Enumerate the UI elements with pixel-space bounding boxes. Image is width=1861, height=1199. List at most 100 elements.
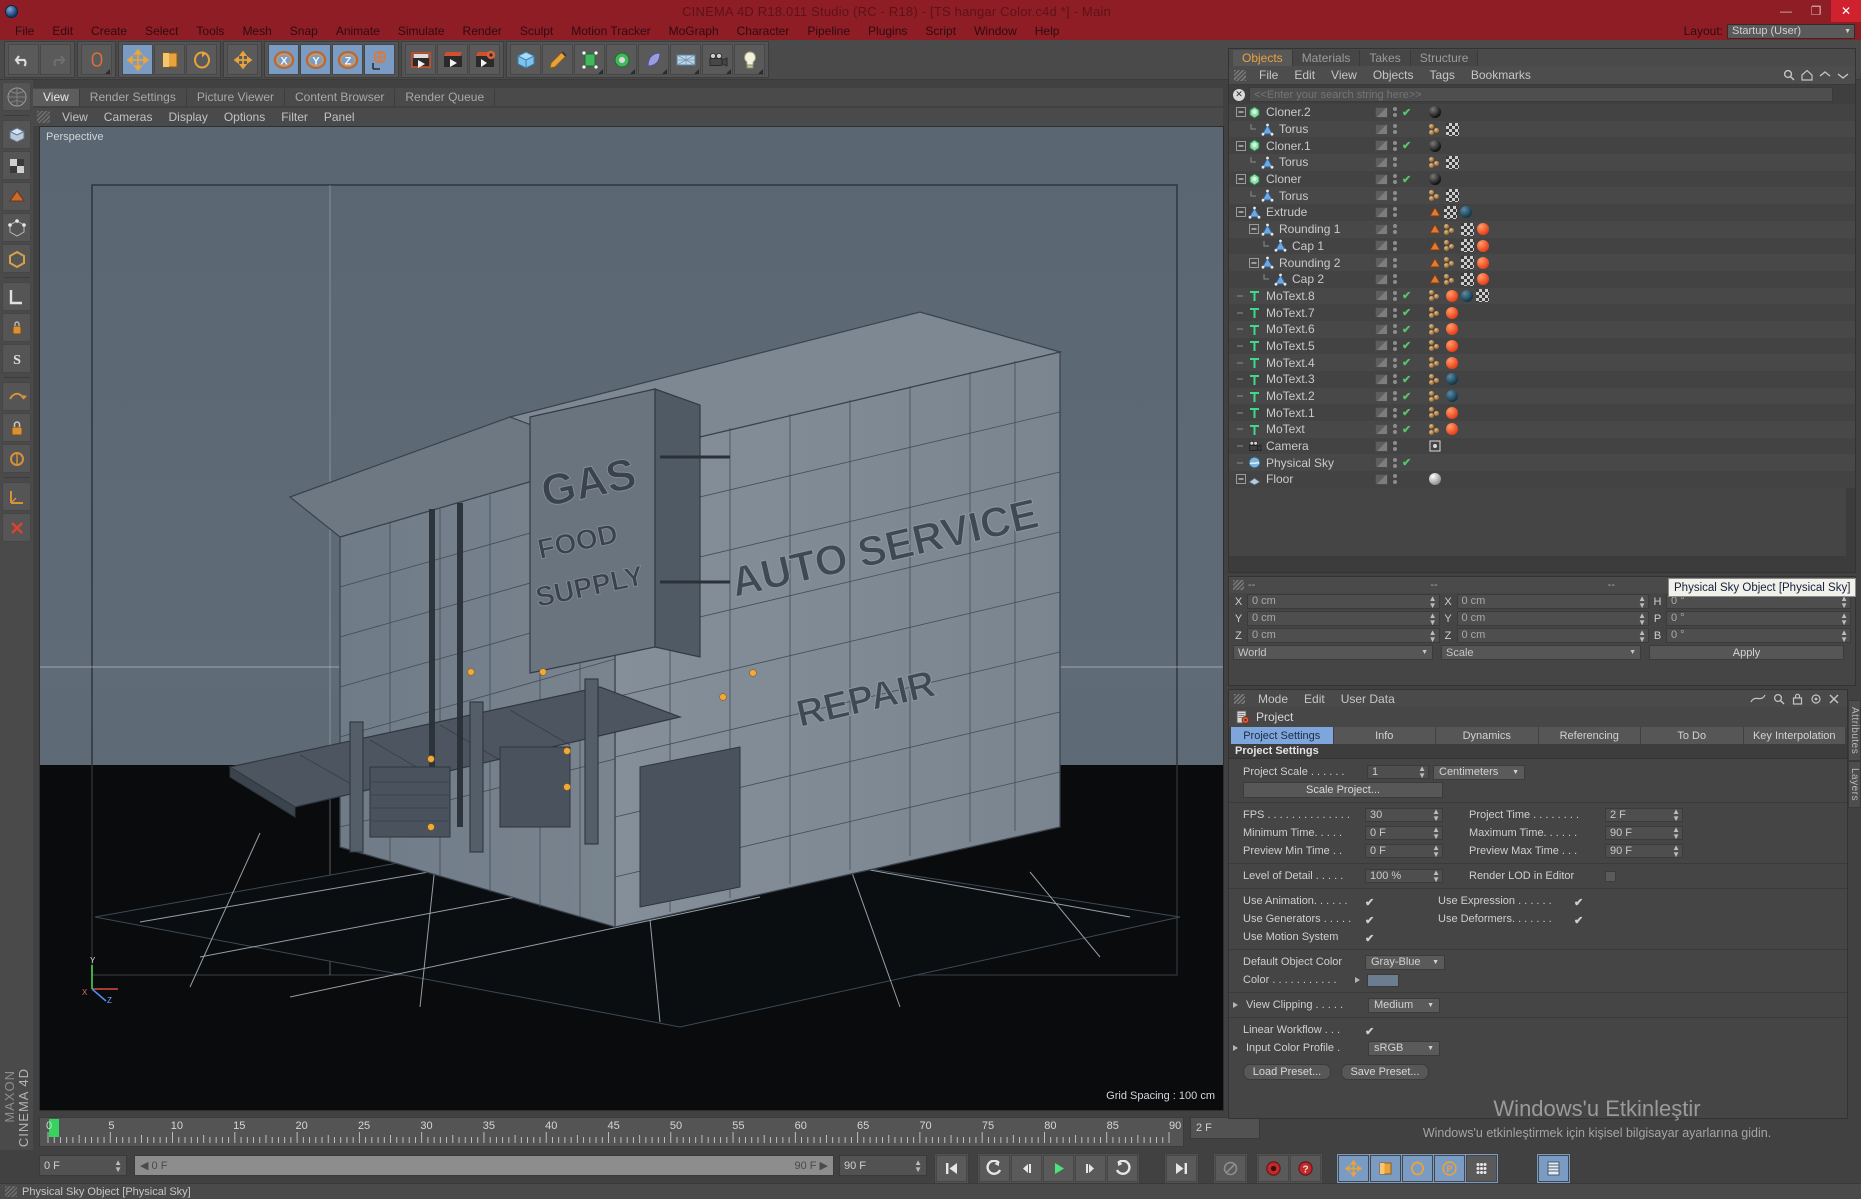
attributes-tab-dynamics[interactable]: Dynamics xyxy=(1436,727,1538,744)
material-tag[interactable] xyxy=(1429,106,1441,119)
make-editable-icon[interactable] xyxy=(2,120,31,149)
snap-mode-icon[interactable]: S xyxy=(2,344,31,373)
checker-texture-tag[interactable] xyxy=(1461,272,1474,286)
object-tree-row[interactable]: MoText.5 ✔ xyxy=(1229,337,1855,355)
live-selection-button[interactable] xyxy=(81,44,112,75)
save-preset-button[interactable]: Save Preset... xyxy=(1341,1064,1429,1080)
layer-color-icon[interactable] xyxy=(1375,273,1388,285)
enabled-check-icon[interactable]: ✔ xyxy=(1402,306,1412,319)
maximize-button[interactable]: ❐ xyxy=(1801,0,1831,22)
redo-button[interactable] xyxy=(40,44,71,75)
material-tag[interactable] xyxy=(1446,423,1458,436)
menu-item-character[interactable]: Character xyxy=(728,22,799,40)
object-manager-tab-structure[interactable]: Structure xyxy=(1410,50,1479,66)
checker-texture-tag[interactable] xyxy=(1446,122,1459,136)
menu-item-script[interactable]: Script xyxy=(916,22,965,40)
use-animation-checkbox[interactable]: ✔ xyxy=(1365,896,1376,909)
extrude-cap-tag[interactable] xyxy=(1429,223,1441,235)
menu-item-snap[interactable]: Snap xyxy=(281,22,327,40)
viewport-tab-render-settings[interactable]: Render Settings xyxy=(79,89,187,106)
material-tag[interactable] xyxy=(1446,373,1458,386)
move-tool-button[interactable] xyxy=(122,44,153,75)
render-lod-checkbox[interactable] xyxy=(1605,870,1616,882)
use-generators-checkbox[interactable]: ✔ xyxy=(1365,914,1376,927)
use-expression-checkbox[interactable]: ✔ xyxy=(1574,896,1585,909)
mograph-selection-tag[interactable] xyxy=(1444,273,1458,286)
render-view-button[interactable] xyxy=(405,44,436,75)
material-tag[interactable] xyxy=(1446,323,1458,336)
object-manager-menu-bookmarks[interactable]: Bookmarks xyxy=(1463,68,1539,82)
mograph-selection-tag[interactable] xyxy=(1429,356,1443,369)
rotate-tool-button[interactable] xyxy=(186,44,217,75)
viewport-tab-picture-viewer[interactable]: Picture Viewer xyxy=(186,89,286,106)
visibility-dots[interactable] xyxy=(1393,388,1397,405)
load-preset-button[interactable]: Load Preset... xyxy=(1243,1064,1331,1080)
visibility-dots[interactable] xyxy=(1393,171,1397,188)
material-tag[interactable] xyxy=(1446,289,1458,302)
level-of-detail-field[interactable]: 100 % ▲ ▼ xyxy=(1365,869,1443,884)
layer-color-icon[interactable] xyxy=(1375,440,1388,452)
object-manager-tab-objects[interactable]: Objects xyxy=(1233,50,1293,66)
current-frame-field[interactable]: 0 F ▲ ▼ xyxy=(39,1155,127,1176)
scale-key-button[interactable] xyxy=(1370,1155,1401,1182)
previous-frame-button[interactable] xyxy=(1011,1155,1042,1182)
polygons-mode-icon[interactable] xyxy=(2,282,31,311)
points-mode-icon[interactable] xyxy=(2,213,31,242)
layer-color-icon[interactable] xyxy=(1375,423,1388,435)
layer-color-icon[interactable] xyxy=(1375,257,1388,269)
mograph-selection-tag[interactable] xyxy=(1429,323,1443,336)
lock-axis-icon[interactable] xyxy=(2,413,31,442)
enabled-check-icon[interactable]: ✔ xyxy=(1402,423,1412,436)
object-tree-row[interactable]: MoText.8 ✔ xyxy=(1229,287,1855,305)
mograph-selection-tag[interactable] xyxy=(1429,123,1443,136)
menu-item-sculpt[interactable]: Sculpt xyxy=(511,22,562,40)
menu-item-render[interactable]: Render xyxy=(454,22,511,40)
attributes-tab-project-settings[interactable]: Project Settings xyxy=(1231,727,1333,744)
checker-texture-tag[interactable] xyxy=(1461,222,1474,236)
frame-indicator-field[interactable]: 2 F xyxy=(1190,1117,1260,1139)
model-mode-icon[interactable] xyxy=(2,151,31,180)
texture-mode-icon[interactable] xyxy=(2,182,31,211)
default-object-color-select[interactable]: Gray-Blue ▼ xyxy=(1365,954,1445,970)
layer-color-icon[interactable] xyxy=(1375,223,1388,235)
object-tree-row[interactable]: MoText.2 ✔ xyxy=(1229,387,1855,405)
layer-color-icon[interactable] xyxy=(1375,357,1388,369)
axis-mode-icon[interactable] xyxy=(2,313,31,342)
light-button[interactable] xyxy=(734,44,765,75)
search-icon[interactable] xyxy=(1783,69,1795,81)
viewport-camera-icon[interactable] xyxy=(2,82,31,111)
edge-tab-layers[interactable]: Layers xyxy=(1848,761,1861,809)
transform-mode-select[interactable]: Scale ▼ xyxy=(1441,645,1641,660)
spinner-icon[interactable]: ▲ ▼ xyxy=(114,1158,122,1173)
minimum-time-field[interactable]: 0 F ▲ ▼ xyxy=(1365,826,1443,841)
menu-item-help[interactable]: Help xyxy=(1026,22,1069,40)
mograph-selection-tag[interactable] xyxy=(1444,239,1458,252)
enabled-check-icon[interactable]: ✔ xyxy=(1402,139,1412,152)
material-tag[interactable] xyxy=(1429,173,1441,186)
material-tag[interactable] xyxy=(1446,356,1458,369)
menu-item-simulate[interactable]: Simulate xyxy=(389,22,454,40)
material-tag[interactable] xyxy=(1446,339,1458,352)
object-manager-tab-materials[interactable]: Materials xyxy=(1292,50,1361,66)
attributes-tab-to-do[interactable]: To Do xyxy=(1641,727,1743,744)
checker-texture-tag[interactable] xyxy=(1461,256,1474,270)
rotation-key-button[interactable] xyxy=(1402,1155,1433,1182)
enabled-check-icon[interactable]: ✔ xyxy=(1402,323,1412,336)
viewport-menu-display[interactable]: Display xyxy=(160,110,215,124)
coordinate-system-icon[interactable] xyxy=(2,482,31,511)
minimize-button[interactable]: — xyxy=(1771,0,1801,22)
visibility-dots[interactable] xyxy=(1393,338,1397,355)
layer-color-icon[interactable] xyxy=(1375,307,1388,319)
extrude-cap-tag[interactable] xyxy=(1429,206,1441,218)
play-button[interactable] xyxy=(1043,1155,1074,1182)
close-button[interactable]: ✕ xyxy=(1831,0,1861,22)
position-x-field[interactable]: 0 cm ▲ ▼ xyxy=(1247,594,1440,609)
menu-item-mograph[interactable]: MoGraph xyxy=(660,22,728,40)
object-tree-row[interactable]: MoText.1 ✔ xyxy=(1229,404,1855,422)
object-tree-row[interactable]: MoText.7 ✔ xyxy=(1229,304,1855,321)
position-z-field[interactable]: 0 cm ▲ ▼ xyxy=(1247,628,1440,643)
go-to-start-button[interactable] xyxy=(936,1155,967,1182)
extrude-cap-tag[interactable] xyxy=(1429,257,1441,269)
enabled-check-icon[interactable]: ✔ xyxy=(1402,456,1412,469)
mograph-selection-tag[interactable] xyxy=(1429,339,1443,352)
